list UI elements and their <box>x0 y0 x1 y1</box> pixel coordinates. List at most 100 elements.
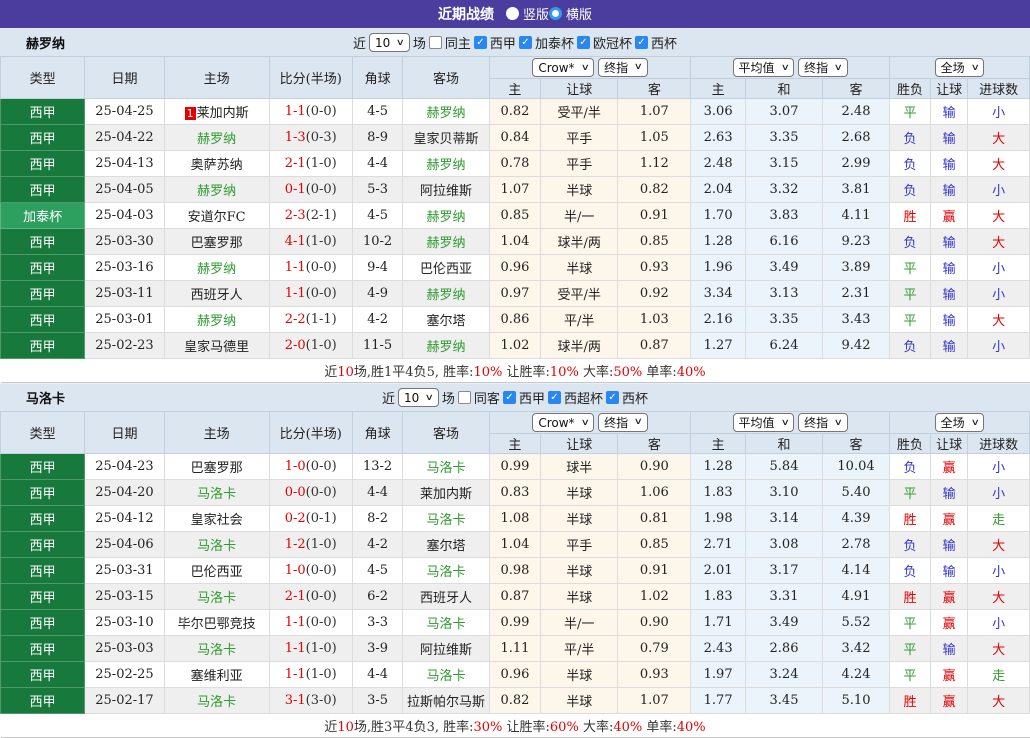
avg-away-cell: 4.14 <box>822 557 890 584</box>
match-date-cell: 25-04-22 <box>84 124 165 151</box>
score-cell: 0-1(0-0) <box>268 176 353 203</box>
recent-count-select[interactable]: 10 ∨ <box>369 33 410 52</box>
league-checkbox[interactable]: ✓ <box>473 36 487 49</box>
odds-home-cell: 0.82 <box>488 687 542 714</box>
same-venue-checkbox[interactable] <box>428 36 442 49</box>
match-table: 类型 日期 主场 比分(半场) 角球 客场 Crow* ∨ 终指 ∨ 平均值 ∨ 终指 ∨ 全场 ∨ 主让球客主… <box>0 56 1030 383</box>
recent-count-select[interactable]: 10 ∨ <box>398 388 439 407</box>
corners-cell: 13-2 <box>351 453 404 480</box>
half-time-score: (1-1) <box>305 312 337 327</box>
home-team-cell: 毕尔巴鄂竞技 <box>163 609 270 636</box>
avg-home-cell: 2.04 <box>690 176 746 203</box>
match-date-cell: 25-03-15 <box>84 583 165 610</box>
score-cell: 1-1(0-0) <box>268 609 353 636</box>
odds-source-select[interactable]: Crow* ∨ <box>532 58 595 78</box>
page-title: 近期战绩 <box>437 7 494 23</box>
odds-source-select[interactable]: Crow* ∨ <box>532 413 595 433</box>
average-type-select[interactable]: 平均值 ∨ <box>732 413 795 432</box>
header-row-groups: 类型 日期 主场 比分(半场) 角球 客场 Crow* ∨ 终指 ∨ 平均值 ∨ 终指 ∨ 全场 ∨ <box>0 56 1030 99</box>
league-checkbox[interactable]: ✓ <box>605 391 619 404</box>
team-section: 马洛卡近 10 ∨ 场同客 ✓ 西甲 ✓ 西超杯 ✓ 西杯 类型 日期 主场 比分(半场) 角球 客场 Crow… <box>0 383 1030 738</box>
result-handicap-cell: 输 <box>930 557 969 584</box>
league-label: 西甲 <box>489 37 516 52</box>
away-team-cell: 阿拉维斯 <box>402 176 490 203</box>
odds-handicap-cell: 半球 <box>540 176 619 203</box>
avg-away-cell: 2.99 <box>822 150 890 177</box>
full-time-score: 0-0 <box>284 485 306 500</box>
odds-away-cell: 1.12 <box>617 150 692 177</box>
half-time-score: (1-0) <box>305 156 337 171</box>
result-handicap-cell: 赢 <box>930 453 969 480</box>
average-time-select[interactable]: 终指 ∨ <box>798 413 848 432</box>
odds-home-cell: 0.98 <box>488 557 542 584</box>
league-checkbox[interactable]: ✓ <box>634 36 648 49</box>
subcolumn-header: 客 <box>617 433 692 454</box>
avg-away-cell: 2.68 <box>822 124 890 151</box>
away-team-name: 塞尔塔 <box>426 314 466 329</box>
result-handicap-cell: 输 <box>930 150 969 177</box>
result-outcome-cell: 平 <box>888 635 932 662</box>
avg-home-cell: 1.70 <box>690 202 746 229</box>
radio-icon <box>549 7 562 20</box>
league-checkbox[interactable]: ✓ <box>576 36 590 49</box>
avg-away-cell: 10.04 <box>822 453 890 480</box>
half-time-score: (2-1) <box>305 208 337 223</box>
chevron-down-icon: ∨ <box>833 62 844 73</box>
match-row: 西甲 25-04-12 皇家社会 0-2(0-1) 8-2 马洛卡 1.08 半球 0.81 1.… <box>0 505 1030 532</box>
avg-home-cell: 1.96 <box>690 254 746 281</box>
average-type-select[interactable]: 平均值 ∨ <box>732 58 795 77</box>
avg-away-cell: 2.78 <box>822 531 890 558</box>
result-goals-cell: 大 <box>967 306 1030 333</box>
league-checkbox[interactable]: ✓ <box>518 36 532 49</box>
avg-home-cell: 1.28 <box>690 453 746 480</box>
result-outcome-cell: 平 <box>888 280 932 307</box>
score-cell: 1-1(0-0) <box>268 98 353 125</box>
corners-cell: 5-3 <box>351 176 404 203</box>
avg-home-cell: 1.83 <box>690 583 746 610</box>
result-outcome-cell: 负 <box>888 228 932 255</box>
match-date-cell: 25-04-12 <box>84 505 165 532</box>
select-value: 终指 <box>604 415 629 430</box>
away-team-name: 赫罗纳 <box>426 236 466 251</box>
home-team-name: 赫罗纳 <box>197 132 237 147</box>
full-time-score: 1-3 <box>284 130 306 145</box>
match-date-cell: 25-03-16 <box>84 254 165 281</box>
filter-bar: 近 10 ∨ 场同主 ✓ 西甲 ✓ 加泰杯 ✓ 欧冠杯 ✓ 西杯 <box>353 33 677 52</box>
league-checkbox[interactable]: ✓ <box>547 391 561 404</box>
display-mode-radio[interactable]: 竖版 <box>505 4 549 23</box>
result-outcome-cell: 平 <box>888 98 932 125</box>
away-team-name: 阿拉维斯 <box>420 643 473 658</box>
select-value: 终指 <box>604 60 629 75</box>
result-group-header: 全场 ∨ <box>888 56 1030 79</box>
avg-away-cell: 9.23 <box>822 228 890 255</box>
same-venue-checkbox[interactable] <box>457 391 471 404</box>
odds-home-cell: 0.78 <box>488 150 542 177</box>
league-checkbox[interactable]: ✓ <box>502 391 516 404</box>
scope-select[interactable]: 全场 ∨ <box>934 58 985 77</box>
result-handicap-cell: 输 <box>930 479 969 506</box>
home-team-name: 莱加内斯 <box>196 106 249 121</box>
home-team-cell: 赫罗纳 <box>163 176 270 203</box>
summary-segment: 场,胜1平4负5, 胜率: <box>353 365 474 380</box>
match-date-cell: 25-02-25 <box>84 661 165 688</box>
select-value: Crow* <box>538 60 575 75</box>
avg-away-cell: 3.43 <box>822 306 890 333</box>
odds-time-select[interactable]: 终指 ∨ <box>598 412 648 432</box>
odds-away-cell: 1.06 <box>617 479 692 506</box>
column-header: 客场 <box>402 56 490 99</box>
corners-cell: 10-2 <box>351 228 404 255</box>
half-time-score: (0-0) <box>305 589 337 604</box>
full-time-score: 1-1 <box>284 615 306 630</box>
odds-time-select[interactable]: 终指 ∨ <box>598 57 648 77</box>
result-handicap-cell: 赢 <box>930 202 969 229</box>
section-header: 马洛卡近 10 ∨ 场同客 ✓ 西甲 ✓ 西超杯 ✓ 西杯 <box>0 383 1030 411</box>
subcolumn-header: 主 <box>488 433 542 454</box>
score-cell: 2-1(0-0) <box>268 583 353 610</box>
odds-handicap-cell: 半球 <box>540 583 619 610</box>
average-time-select[interactable]: 终指 ∨ <box>798 58 848 77</box>
score-cell: 1-1(0-0) <box>268 254 353 281</box>
display-mode-radio[interactable]: 横版 <box>549 4 592 23</box>
games-label: 场 <box>412 37 426 52</box>
result-handicap-cell: 输 <box>930 531 969 558</box>
scope-select[interactable]: 全场 ∨ <box>934 413 985 432</box>
